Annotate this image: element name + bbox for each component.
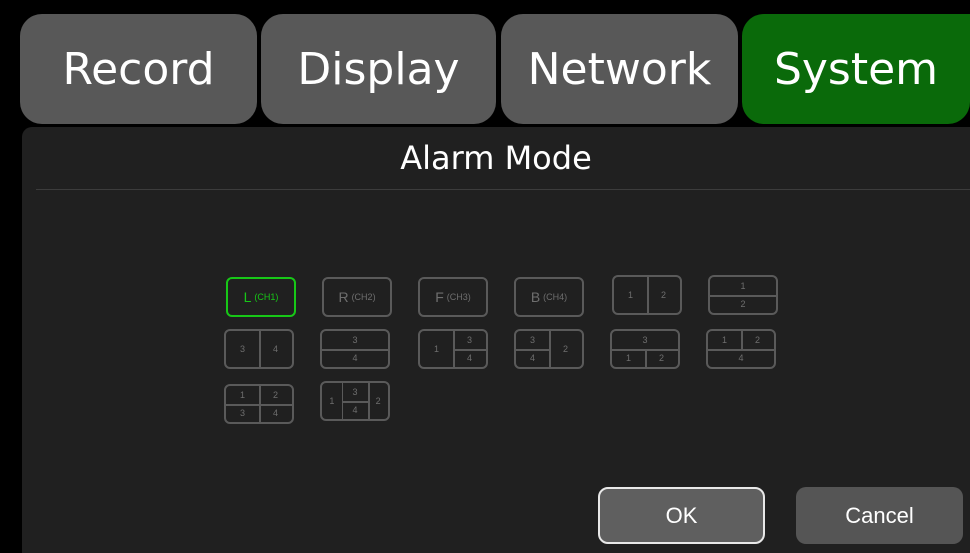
cell-2: 2 <box>754 335 760 345</box>
cell-3: 3 <box>466 335 472 345</box>
cell-3: 3 <box>239 344 245 354</box>
split-line <box>516 349 549 351</box>
layout-1-2-top-4-bottom[interactable]: 1 2 4 <box>706 329 776 369</box>
panel-title: Alarm Mode <box>400 139 592 177</box>
layout-l-ch1[interactable]: L (CH1) <box>226 277 296 317</box>
cell-2: 2 <box>562 344 568 354</box>
tab-system[interactable]: System <box>742 14 970 124</box>
layout-f-ch3[interactable]: F (CH3) <box>418 277 488 317</box>
layout-sublabel: (CH2) <box>351 292 376 302</box>
cell-4: 4 <box>272 344 278 354</box>
layout-split-3-4[interactable]: 3 4 <box>224 329 294 369</box>
cell-1: 1 <box>740 281 746 291</box>
layout-3-4-left-2-right[interactable]: 3 4 2 <box>514 329 584 369</box>
cell-4: 4 <box>352 353 358 363</box>
layout-r-ch2[interactable]: R (CH2) <box>322 277 392 317</box>
ok-button[interactable]: OK <box>598 487 765 544</box>
layout-stack-1-2[interactable]: 1 2 <box>708 275 778 315</box>
cell-4: 4 <box>352 405 358 415</box>
layout-sublabel: (CH1) <box>254 292 279 302</box>
layout-b-ch4[interactable]: B (CH4) <box>514 277 584 317</box>
layout-label: R <box>338 289 349 305</box>
cell-1: 1 <box>239 390 245 400</box>
cell-3: 3 <box>239 408 245 418</box>
cell-2: 2 <box>740 299 746 309</box>
cell-4: 4 <box>272 408 278 418</box>
layout-sublabel: (CH4) <box>543 292 568 302</box>
split-line <box>226 404 292 406</box>
cell-3: 3 <box>529 335 535 345</box>
layout-split-1-2[interactable]: 1 2 <box>612 275 682 315</box>
cell-2: 2 <box>272 390 278 400</box>
cell-3: 3 <box>352 387 358 397</box>
cell-4: 4 <box>529 353 535 363</box>
divider <box>36 189 970 190</box>
cell-2: 2 <box>660 290 666 300</box>
cell-1: 1 <box>329 396 335 406</box>
layout-label: B <box>530 289 541 305</box>
layout-1-center-3-4-2[interactable]: 1 3 4 2 <box>320 381 390 421</box>
cell-3: 3 <box>352 335 358 345</box>
cell-2: 2 <box>375 396 381 406</box>
cell-3: 3 <box>642 335 648 345</box>
cell-4: 4 <box>738 353 744 363</box>
cell-1: 1 <box>433 344 439 354</box>
tab-network[interactable]: Network <box>501 14 738 124</box>
layout-1-left-3-4-right[interactable]: 1 3 4 <box>418 329 488 369</box>
cell-1: 1 <box>721 335 727 345</box>
layout-quad[interactable]: 1 2 3 4 <box>224 384 294 424</box>
layout-label: L <box>243 289 252 305</box>
split-line <box>741 331 743 349</box>
tab-record[interactable]: Record <box>20 14 257 124</box>
layout-label: F <box>435 289 444 305</box>
layout-stack-3-4[interactable]: 3 4 <box>320 329 390 369</box>
tab-display[interactable]: Display <box>261 14 496 124</box>
cancel-button[interactable]: Cancel <box>796 487 963 544</box>
layout-sublabel: (CH3) <box>446 292 471 302</box>
cell-1: 1 <box>627 290 633 300</box>
cell-1: 1 <box>625 353 631 363</box>
cell-2: 2 <box>658 353 664 363</box>
cell-4: 4 <box>466 353 472 363</box>
layout-3-top-1-2-bottom[interactable]: 3 1 2 <box>610 329 680 369</box>
